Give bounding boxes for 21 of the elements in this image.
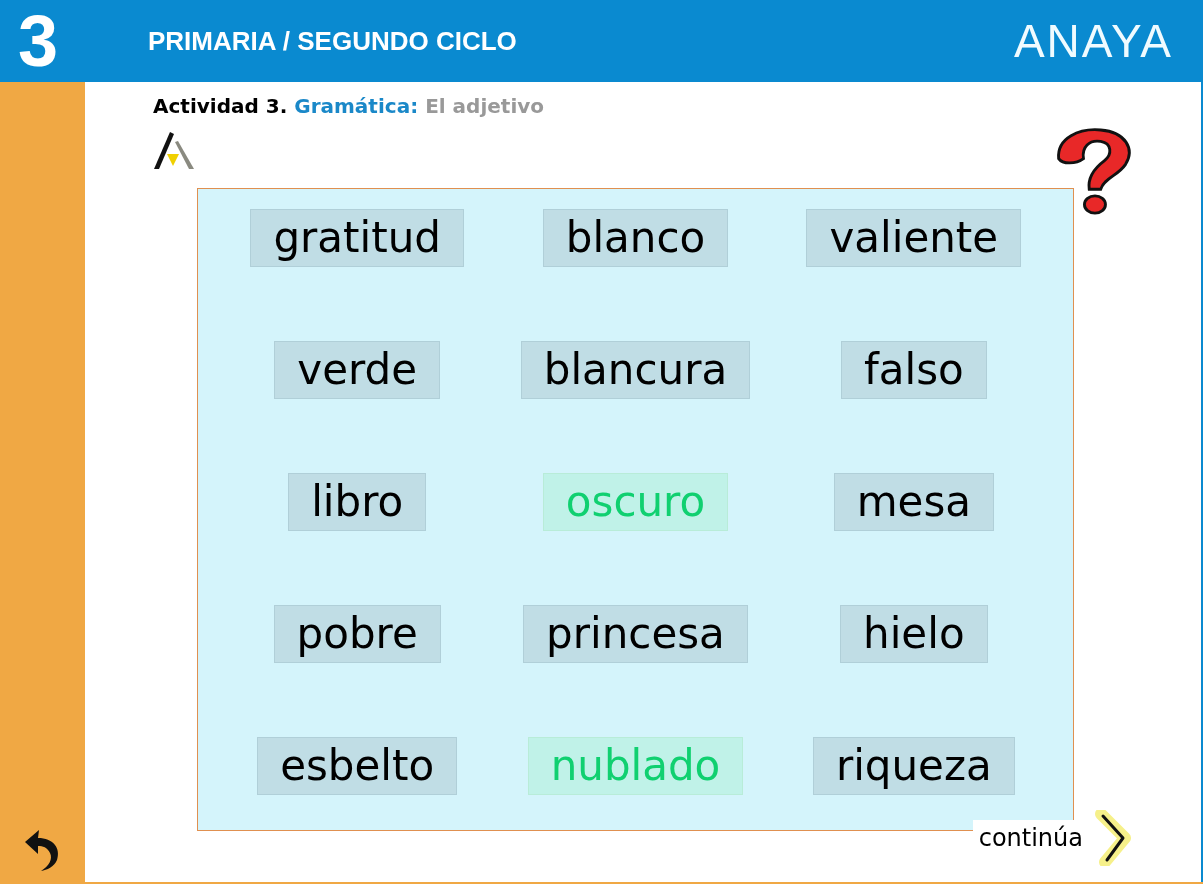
word-tile[interactable]: blanco xyxy=(542,209,729,267)
course-title: PRIMARIA / SEGUNDO CICLO xyxy=(147,25,518,57)
level-number: 3 xyxy=(18,5,60,77)
word-tile[interactable]: gratitud xyxy=(250,209,464,267)
section-label: Gramática: xyxy=(294,94,419,118)
word-tile[interactable]: blancura xyxy=(520,341,751,399)
activity-label: Actividad 3. xyxy=(153,94,288,118)
word-tile[interactable]: riqueza xyxy=(812,737,1015,795)
word-tile[interactable]: pobre xyxy=(273,605,441,663)
word-tile[interactable]: falso xyxy=(840,341,987,399)
word-tile[interactable]: libro xyxy=(288,473,427,531)
word-tile[interactable]: esbelto xyxy=(257,737,458,795)
word-tile[interactable]: hielo xyxy=(840,605,988,663)
topic-label: El adjetivo xyxy=(425,94,545,118)
chevron-right-icon[interactable] xyxy=(1095,810,1131,866)
letter-a-logo-icon xyxy=(153,130,195,170)
word-tile[interactable]: mesa xyxy=(833,473,994,531)
brand-logo: ANAYA xyxy=(1013,14,1173,68)
word-tile[interactable]: valiente xyxy=(806,209,1022,267)
word-tile[interactable]: princesa xyxy=(523,605,748,663)
word-tile[interactable]: verde xyxy=(274,341,441,399)
